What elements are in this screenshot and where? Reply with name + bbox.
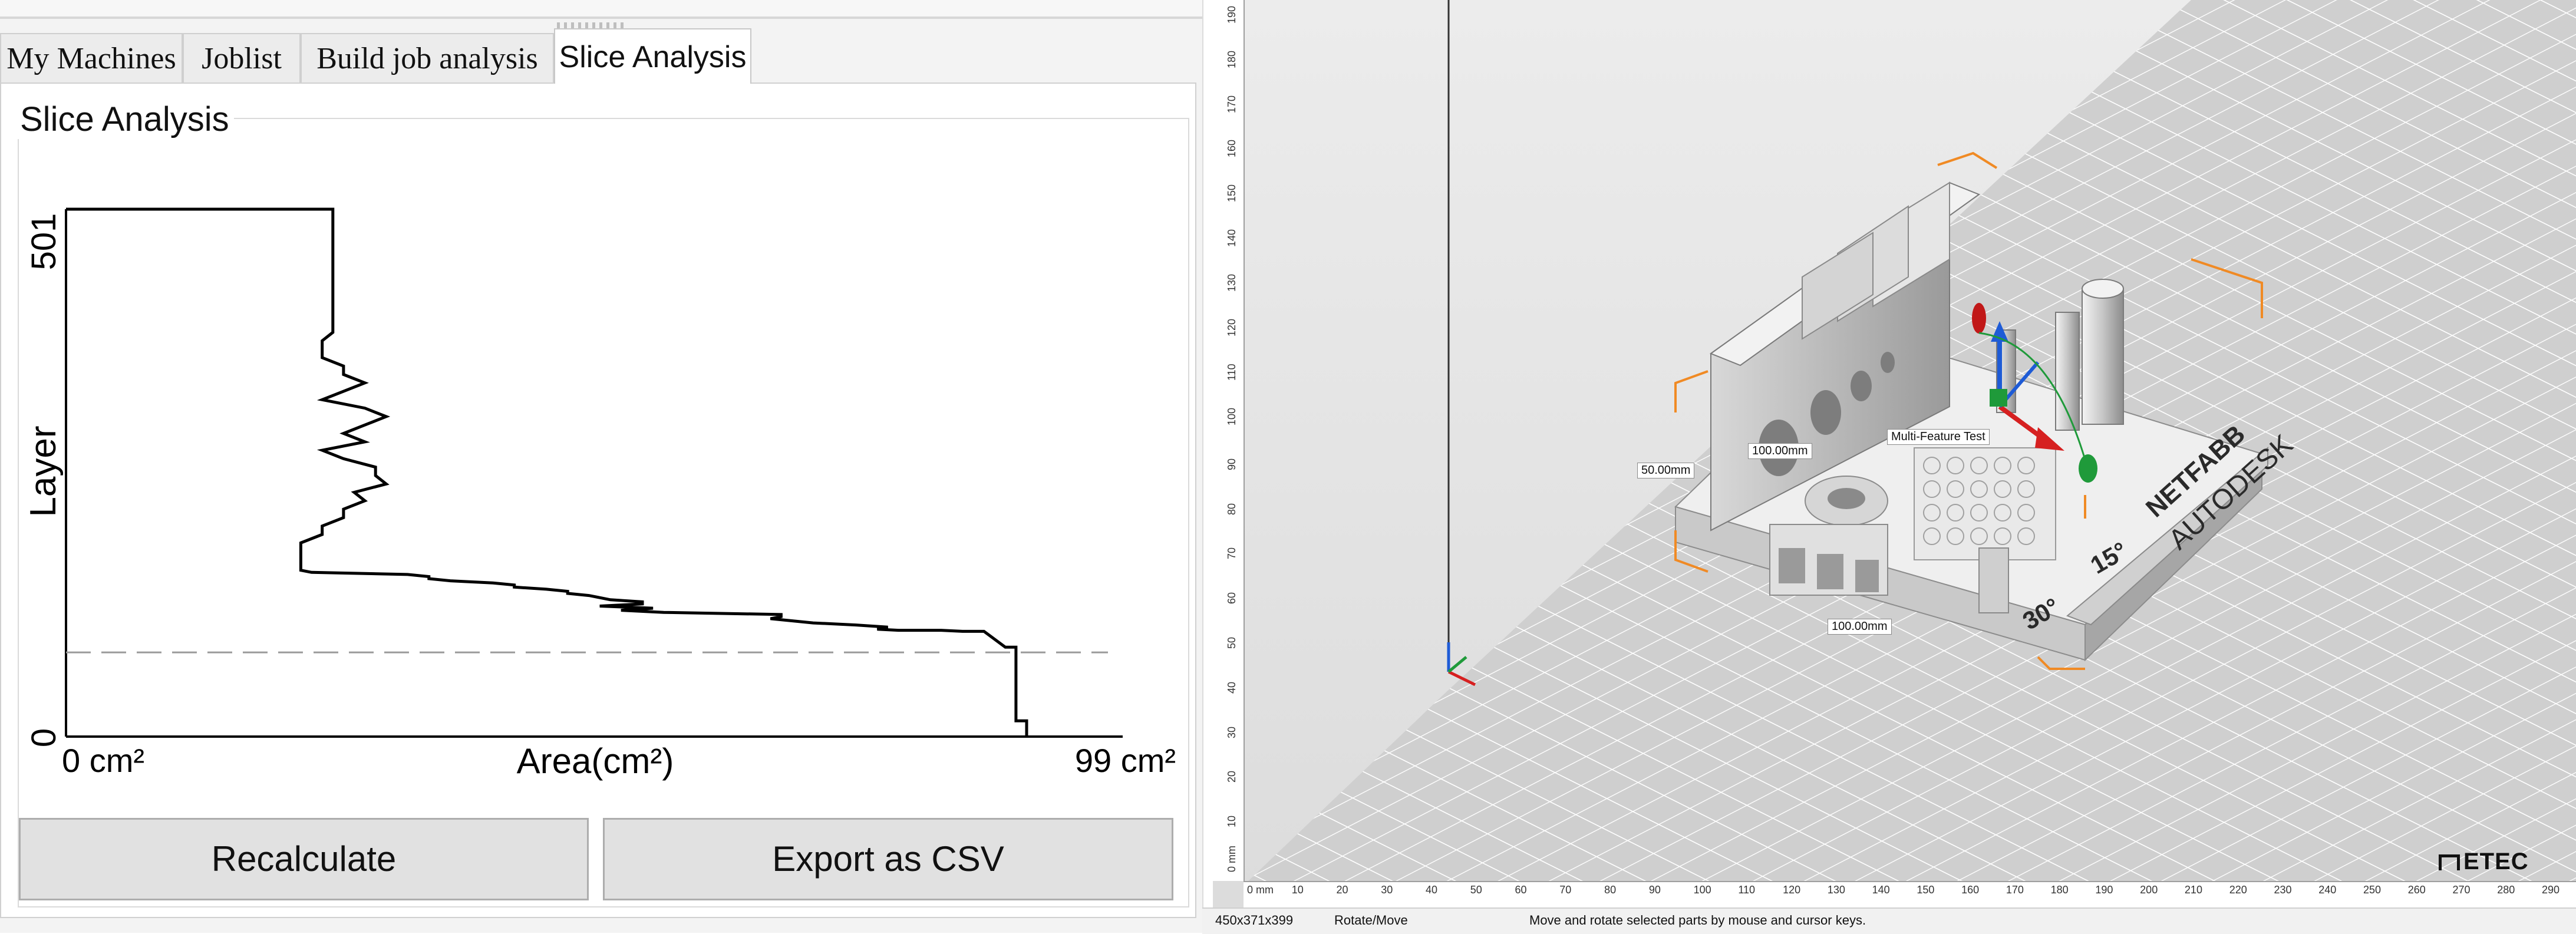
ruler-horizontal-tick-label: 200 — [2140, 884, 2158, 896]
panel-divider[interactable] — [1202, 0, 1213, 933]
ruler-vertical-tick-label: 130 — [1226, 273, 1238, 292]
ruler-horizontal-tick-label: 140 — [1872, 884, 1890, 896]
ruler-vertical-tick-label: 180 — [1226, 50, 1238, 68]
ruler-horizontal-tick-label: 40 — [1426, 884, 1438, 896]
ruler-vertical-tick-label: 150 — [1226, 184, 1238, 203]
ruler-horizontal-tick-label: 110 — [1738, 884, 1756, 896]
ruler-vertical-tick-label: 90 — [1226, 458, 1238, 470]
ruler-vertical-tick-label: 50 — [1226, 637, 1238, 649]
slice-analysis-panel: My Machines Joblist Build job analysis S… — [0, 0, 1202, 933]
ruler-vertical-tick-label: 20 — [1226, 771, 1238, 783]
ruler-horizontal-tick-label: 290 — [2542, 884, 2560, 896]
recalculate-button[interactable]: Recalculate — [19, 818, 589, 900]
ruler-horizontal-tick-label: 170 — [2006, 884, 2024, 896]
3d-viewport[interactable]: NETFABB AUTODESK 15° 30° — [1213, 0, 2576, 907]
ruler-vertical-tick-label: 60 — [1226, 592, 1238, 605]
ruler-horizontal-tick-label: 190 — [2095, 884, 2113, 896]
ruler-vertical-tick-label: 100 — [1226, 408, 1238, 426]
ruler-vertical — [1213, 0, 1245, 881]
part-tooltip-label: Multi-Feature Test — [1887, 429, 1990, 445]
y-tick-max: 501 — [25, 213, 63, 270]
ruler-horizontal-tick-label: 10 — [1291, 884, 1304, 896]
ruler-vertical-tick-label: 0 mm — [1226, 846, 1238, 872]
ruler-horizontal-tick-label: 70 — [1559, 884, 1572, 896]
dimension-label-depth: 100.00mm — [1748, 443, 1812, 459]
ruler-vertical-tick-label: 110 — [1226, 364, 1238, 381]
ruler-vertical-tick-label: 70 — [1226, 547, 1238, 560]
ruler-vertical-tick-label: 10 — [1226, 816, 1238, 828]
ruler-vertical-tick-label: 170 — [1226, 95, 1238, 113]
ruler-horizontal-tick-label: 80 — [1604, 884, 1617, 896]
status-hint: Move and rotate selected parts by mouse … — [1529, 913, 1866, 928]
triad-y-icon — [1447, 656, 1467, 673]
ruler-horizontal-tick-label: 220 — [2229, 884, 2247, 896]
ruler-horizontal-tick-label: 160 — [1961, 884, 1980, 896]
ruler-vertical-tick-label: 140 — [1226, 229, 1238, 247]
status-mode: Rotate/Move — [1334, 913, 1408, 928]
etec-logo: ETEC — [2439, 849, 2529, 875]
ruler-vertical-tick-label: 80 — [1226, 503, 1238, 515]
ruler-horizontal-tick-label: 240 — [2318, 884, 2337, 896]
ruler-horizontal-tick-label: 210 — [2184, 884, 2202, 896]
dimension-label-width: 100.00mm — [1828, 619, 1892, 635]
x-tick-min: 0 cm² — [62, 742, 144, 779]
ruler-horizontal-tick-label: 20 — [1336, 884, 1348, 896]
status-dimensions: 450x371x399 — [1215, 913, 1294, 928]
ruler-horizontal-tick-label: 260 — [2407, 884, 2426, 896]
ruler-horizontal-tick-label: 180 — [2050, 884, 2069, 896]
ruler-horizontal-tick-label: 50 — [1470, 884, 1482, 896]
slice-area-chart: 501 Layer 0 0 cm² Area(cm²) 99 cm² — [23, 207, 1176, 781]
ruler-horizontal-tick-label: 60 — [1515, 884, 1527, 896]
status-bar: 450x371x399 Rotate/Move Move and rotate … — [1202, 907, 2576, 934]
ruler-horizontal-tick-label: 100 — [1693, 884, 1711, 896]
export-csv-button[interactable]: Export as CSV — [603, 818, 1173, 900]
etec-mark-icon — [2439, 854, 2460, 870]
y-axis-label: Layer — [23, 425, 64, 517]
ruler-vertical-tick-label: 160 — [1226, 140, 1238, 158]
build-plate-scene[interactable]: NETFABB AUTODESK 15° 30° — [1213, 0, 2576, 907]
ruler-horizontal-tick-label: 150 — [1917, 884, 1935, 896]
ruler-horizontal-tick-label: 120 — [1783, 884, 1801, 896]
tab-slice-analysis[interactable]: Slice Analysis — [554, 28, 751, 84]
ruler-horizontal-tick-label: 230 — [2274, 884, 2292, 896]
y-tick-min: 0 — [25, 728, 63, 747]
ruler-vertical-tick-label: 120 — [1226, 318, 1238, 336]
ruler-horizontal-tick-label: 280 — [2497, 884, 2515, 896]
ruler-horizontal-tick-label: 250 — [2363, 884, 2381, 896]
ruler-horizontal-tick-label: 130 — [1827, 884, 1845, 896]
ruler-horizontal-tick-label: 90 — [1648, 884, 1661, 896]
x-axis-label: Area(cm²) — [517, 741, 674, 781]
ruler-horizontal-tick-label: 30 — [1381, 884, 1393, 896]
etec-logo-text: ETEC — [2463, 849, 2529, 874]
x-tick-max: 99 cm² — [1075, 742, 1176, 779]
ruler-horizontal-tick-label: 270 — [2452, 884, 2471, 896]
area-per-layer-line — [66, 207, 1028, 737]
ruler-vertical-tick-label: 190 — [1226, 5, 1238, 24]
ruler-horizontal-tick-label: 0 mm — [1247, 884, 1274, 896]
dimension-label-height-2: 50.00mm — [1637, 463, 1695, 478]
ruler-vertical-tick-label: 40 — [1226, 681, 1238, 694]
ruler-vertical-tick-label: 30 — [1226, 726, 1238, 738]
